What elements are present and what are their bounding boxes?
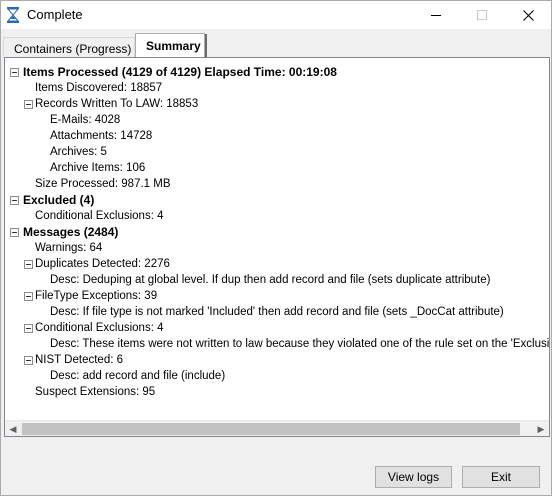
maximize-button[interactable] [459,1,505,29]
tab-summary[interactable]: Summary [135,33,207,58]
tree-collapse-toggle[interactable] [24,324,33,333]
scrollbar-thumb[interactable] [22,423,520,435]
tree-item[interactable]: Suspect Extensions: 95 [35,384,155,400]
tree-item[interactable]: Conditional Exclusions: 4 [35,208,164,224]
view-logs-button[interactable]: View logs [375,466,452,488]
title-bar[interactable]: Complete [1,1,551,29]
tree-collapse-toggle[interactable] [24,356,33,365]
tree-item[interactable]: Size Processed: 987.1 MB [35,176,171,192]
tree-item[interactable]: Archive Items: 106 [50,160,145,176]
summary-tree: Items Processed (4129 of 4129) Elapsed T… [5,62,549,420]
tree-item[interactable]: FileType Exceptions: 39 [35,288,157,304]
tree-item[interactable]: Duplicates Detected: 2276 [35,256,170,272]
tree-item[interactable]: Desc: These items were not written to la… [50,336,549,352]
hourglass-icon [6,7,20,23]
horizontal-scrollbar[interactable]: ◀ ▶ [5,420,549,436]
tree-group-node[interactable]: Messages (2484) [23,224,118,240]
tree-collapse-toggle[interactable] [24,292,33,301]
tab-containers-progress[interactable]: Containers (Progress) [3,37,135,57]
tree-item[interactable]: Records Written To LAW: 18853 [35,96,198,112]
tree-group-node[interactable]: Items Processed (4129 of 4129) Elapsed T… [23,64,337,80]
maximize-icon [477,10,487,20]
exit-button[interactable]: Exit [462,466,540,488]
close-button[interactable] [505,1,551,29]
tree-item[interactable]: Attachments: 14728 [50,128,152,144]
scroll-right-icon[interactable]: ▶ [533,421,549,436]
tree-item[interactable]: Conditional Exclusions: 4 [35,320,164,336]
tree-item[interactable]: NIST Detected: 6 [35,352,123,368]
tree-item[interactable]: Archives: 5 [50,144,107,160]
minimize-button[interactable] [413,1,459,29]
tree-item[interactable]: E-Mails: 4028 [50,112,120,128]
tree-collapse-toggle[interactable] [24,260,33,269]
tree-item[interactable]: Desc: If file type is not marked 'Includ… [50,304,504,320]
tree-collapse-toggle[interactable] [10,228,19,237]
tree-item[interactable]: Items Discovered: 18857 [35,80,162,96]
tree-item[interactable]: Desc: Deduping at global level. If dup t… [50,272,490,288]
close-icon [522,9,534,21]
tree-collapse-toggle[interactable] [10,196,19,205]
complete-window: Complete Containers (Progress) Summary I… [0,0,552,496]
scroll-left-icon[interactable]: ◀ [5,421,21,436]
minimize-icon [431,14,441,16]
window-title: Complete [27,7,83,22]
tree-collapse-toggle[interactable] [24,100,33,109]
tree-collapse-toggle[interactable] [10,68,19,77]
summary-panel: Items Processed (4129 of 4129) Elapsed T… [4,57,550,437]
tree-item[interactable]: Warnings: 64 [35,240,102,256]
tab-strip: Containers (Progress) Summary [3,33,551,58]
tree-item[interactable]: Desc: add record and file (include) [50,368,225,384]
tree-group-node[interactable]: Excluded (4) [23,192,94,208]
